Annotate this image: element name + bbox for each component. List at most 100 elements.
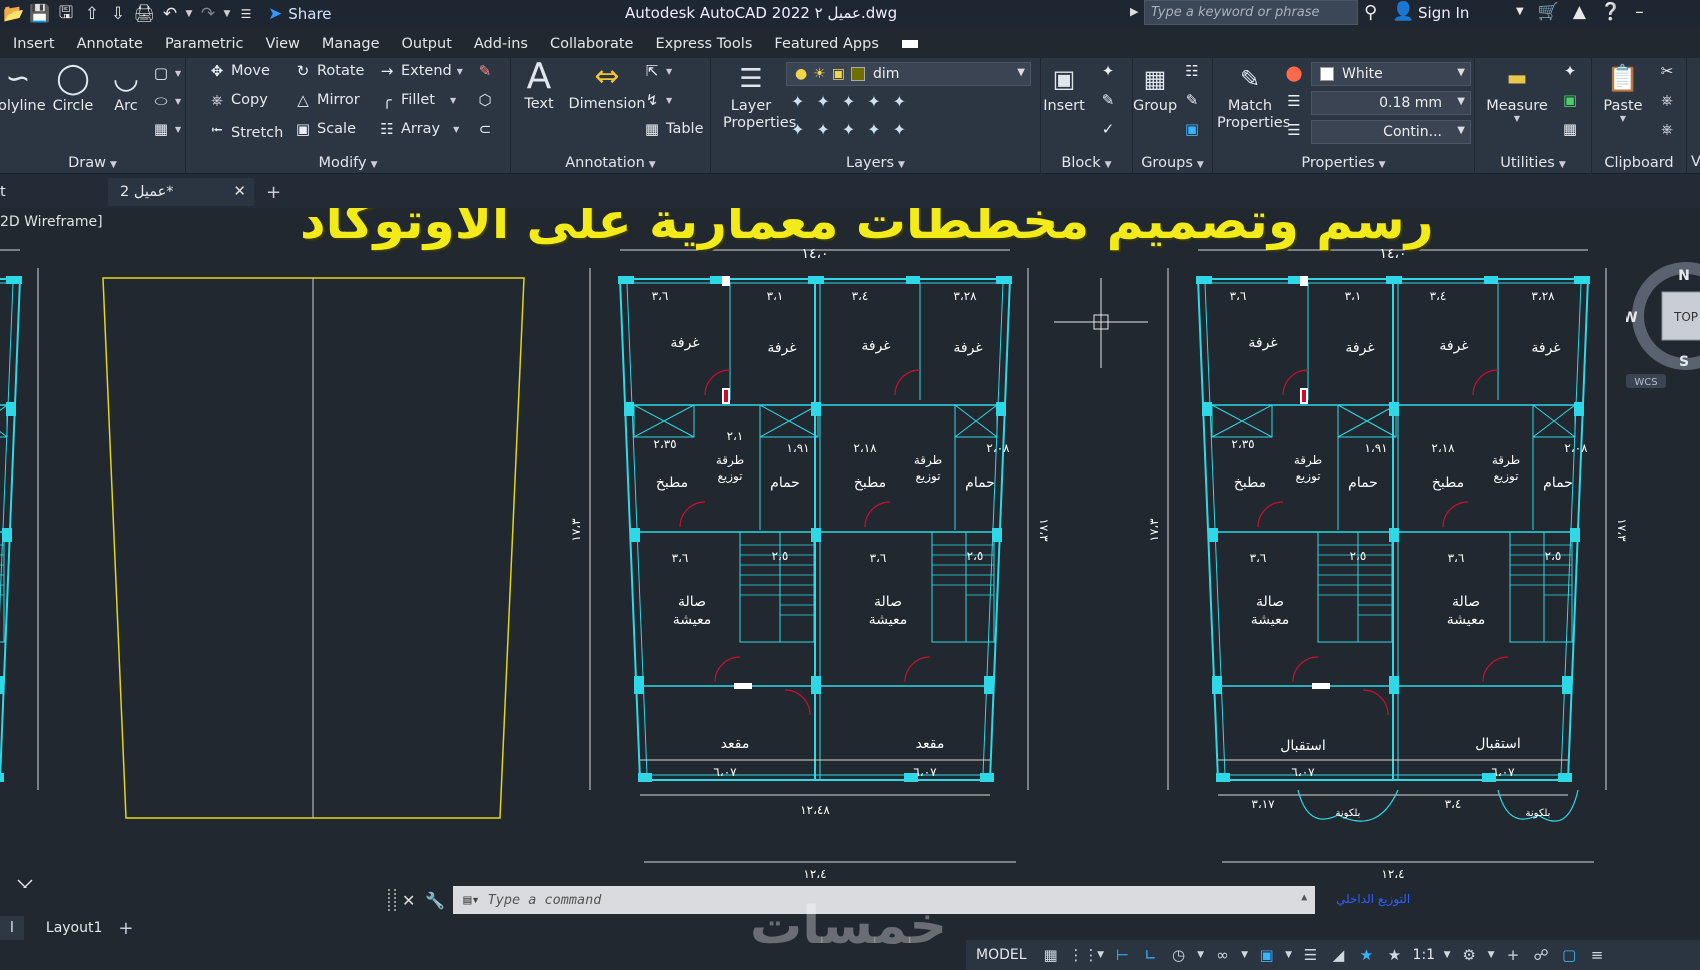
select-all-icon[interactable]: ▣: [1561, 91, 1579, 109]
customization-icon[interactable]: ≡: [1587, 946, 1607, 964]
properties-panel-title[interactable]: Properties ▼: [1213, 155, 1474, 171]
tab-output[interactable]: Output: [391, 36, 463, 52]
block-attributes-icon[interactable]: ✓: [1099, 120, 1117, 138]
group-edit-icon[interactable]: ✎: [1183, 91, 1201, 109]
arc-button[interactable]: ◡ Arc: [106, 60, 146, 114]
ellipse-icon[interactable]: ⬭ ▼: [152, 92, 182, 110]
array-button[interactable]: ☷ Array ▼: [378, 120, 459, 138]
clipboard-panel-title[interactable]: Clipboard: [1592, 155, 1686, 171]
layer-isolate-icon[interactable]: ✦: [816, 92, 829, 111]
tab-view[interactable]: View: [254, 36, 310, 52]
annotation-panel-title[interactable]: Annotation ▼: [511, 155, 710, 171]
view-panel-title-cut[interactable]: V: [1690, 154, 1700, 170]
transparency-icon[interactable]: ◢: [1329, 946, 1349, 964]
ortho-icon[interactable]: ∟: [1141, 946, 1161, 964]
stretch-button[interactable]: ⭰ Stretch: [208, 120, 283, 145]
autoscale-icon[interactable]: ★: [1385, 946, 1405, 964]
help-icon[interactable]: ❔: [1600, 2, 1621, 22]
open-icon[interactable]: 📂: [2, 2, 26, 26]
leader-button[interactable]: ⇱ ▼: [643, 62, 672, 80]
offset-button[interactable]: ⊂: [476, 120, 494, 138]
snap-icon[interactable]: ⋮⋮: [1069, 946, 1099, 964]
draw-panel-title[interactable]: Draw ▼: [0, 155, 185, 171]
annotation-visibility-icon[interactable]: ★: [1357, 946, 1377, 964]
polyline-button[interactable]: ∽ olyline: [0, 60, 46, 114]
layer-dropdown[interactable]: ● ☀ ▣ dim ▼: [786, 62, 1031, 86]
snap-dropdown-icon[interactable]: ▼: [1097, 950, 1105, 960]
close-icon[interactable]: ✕: [233, 182, 246, 200]
layer-merge-icon[interactable]: ✦: [893, 120, 906, 139]
autodesk-app-icon[interactable]: ▲: [1573, 2, 1586, 22]
polar-dropdown-icon[interactable]: ▼: [1197, 950, 1205, 960]
layer-thaw-icon[interactable]: ✦: [842, 120, 855, 139]
search-icon[interactable]: ⚲: [1364, 2, 1377, 23]
dropdown-icon[interactable]: ▼: [1516, 6, 1524, 22]
annotation-scale[interactable]: 1:1: [1413, 947, 1436, 963]
close-icon[interactable]: ✕: [402, 891, 415, 910]
add-icon[interactable]: +: [1503, 946, 1523, 964]
layer-match-icon[interactable]: ✦: [893, 92, 906, 111]
erase-button[interactable]: ✎: [476, 62, 494, 80]
customize-qat-icon[interactable]: ☰: [234, 2, 258, 26]
tab-layout1[interactable]: Layout1: [38, 920, 111, 936]
tab-model[interactable]: l: [0, 916, 24, 940]
object-snap-icon[interactable]: ▣: [1257, 946, 1277, 964]
settings-gear-icon[interactable]: ⚙: [1459, 946, 1479, 964]
save-as-icon[interactable]: 🖫: [54, 2, 78, 26]
ribbon-minimize-toggle[interactable]: [901, 40, 918, 48]
create-block-icon[interactable]: ✦: [1099, 62, 1117, 80]
search-input[interactable]: Type a keyword or phrase: [1144, 0, 1358, 25]
cut-icon[interactable]: ✂: [1658, 62, 1676, 80]
isolate-objects-icon[interactable]: ☍: [1531, 946, 1551, 964]
undo-dropdown-icon[interactable]: ▼: [184, 2, 194, 26]
minimize-icon[interactable]: –: [1635, 2, 1644, 22]
layer-freeze-icon[interactable]: ✦: [842, 92, 855, 111]
extend-button[interactable]: → Extend ▼: [378, 62, 463, 80]
layer-walk-icon[interactable]: ✦: [816, 120, 829, 139]
mirror-button[interactable]: △ Mirror: [294, 91, 360, 109]
linetype-dropdown[interactable]: Contin... ▼: [1311, 120, 1471, 144]
tab-insert[interactable]: Insert: [0, 36, 66, 52]
lineweight-dropdown[interactable]: 0.18 mm ▼: [1311, 91, 1471, 115]
clean-screen-icon[interactable]: ▢: [1559, 946, 1579, 964]
model-space-button[interactable]: MODEL: [970, 947, 1033, 963]
color-dropdown[interactable]: White ▼: [1311, 62, 1471, 86]
iso-dropdown-icon[interactable]: ▼: [1241, 950, 1249, 960]
download-icon[interactable]: ⇩: [106, 2, 130, 26]
add-layout-icon[interactable]: +: [110, 918, 141, 939]
tab-express-tools[interactable]: Express Tools: [644, 36, 763, 52]
explode-button[interactable]: ⬡: [476, 91, 494, 109]
copy-button[interactable]: ⎈ Copy: [208, 91, 268, 109]
table-button[interactable]: ▦ Table: [643, 120, 704, 138]
grip-handle[interactable]: [388, 889, 396, 911]
wrench-icon[interactable]: 🔧: [425, 891, 445, 910]
group-button[interactable]: ▦ Group: [1133, 60, 1177, 114]
sign-in-button[interactable]: Sign In: [1418, 4, 1469, 22]
paste-button[interactable]: 📋 Paste ▼: [1600, 60, 1646, 123]
tab-featured-apps[interactable]: Featured Apps: [763, 36, 890, 52]
circle-button[interactable]: ◯ Circle: [50, 60, 96, 114]
block-panel-title[interactable]: Block ▼: [1041, 155, 1132, 171]
tab-manage[interactable]: Manage: [311, 36, 391, 52]
user-icon[interactable]: 👤: [1392, 1, 1414, 22]
hatch-icon[interactable]: ▦ ▼: [152, 120, 181, 138]
markup-button[interactable]: ↯ ▼: [643, 91, 672, 109]
fillet-button[interactable]: ╭ Fillet ▼: [378, 91, 456, 109]
upload-icon[interactable]: ⇧: [80, 2, 104, 26]
layers-panel-title[interactable]: Layers ▼: [711, 155, 1040, 171]
match-properties-button[interactable]: ✎ Match Properties: [1217, 60, 1290, 132]
drawing-canvas[interactable]: 2D Wireframe] ١٤،٠ ٣،٦ ٣،١ ٣،٤ ٣،٢٨ غرفة…: [0, 208, 1700, 888]
layer-lock-icon[interactable]: ✦: [867, 92, 880, 111]
modify-panel-title[interactable]: Modify ▼: [186, 155, 510, 171]
cart-icon[interactable]: 🛒: [1538, 2, 1559, 22]
dimension-button[interactable]: ⇔ Dimension: [565, 58, 649, 112]
ungroup-icon[interactable]: ☷: [1183, 62, 1201, 80]
tab-parametric[interactable]: Parametric: [154, 36, 255, 52]
print-icon[interactable]: 🖨: [132, 2, 156, 26]
infer-constraints-icon[interactable]: ⊢: [1113, 946, 1133, 964]
layer-unisolate-icon[interactable]: ✦: [791, 120, 804, 139]
new-tab-icon[interactable]: +: [266, 178, 281, 206]
group-select-icon[interactable]: ▣: [1183, 120, 1201, 138]
measure-button[interactable]: ▬ Measure ▼: [1485, 60, 1549, 123]
tab-collaborate[interactable]: Collaborate: [539, 36, 644, 52]
